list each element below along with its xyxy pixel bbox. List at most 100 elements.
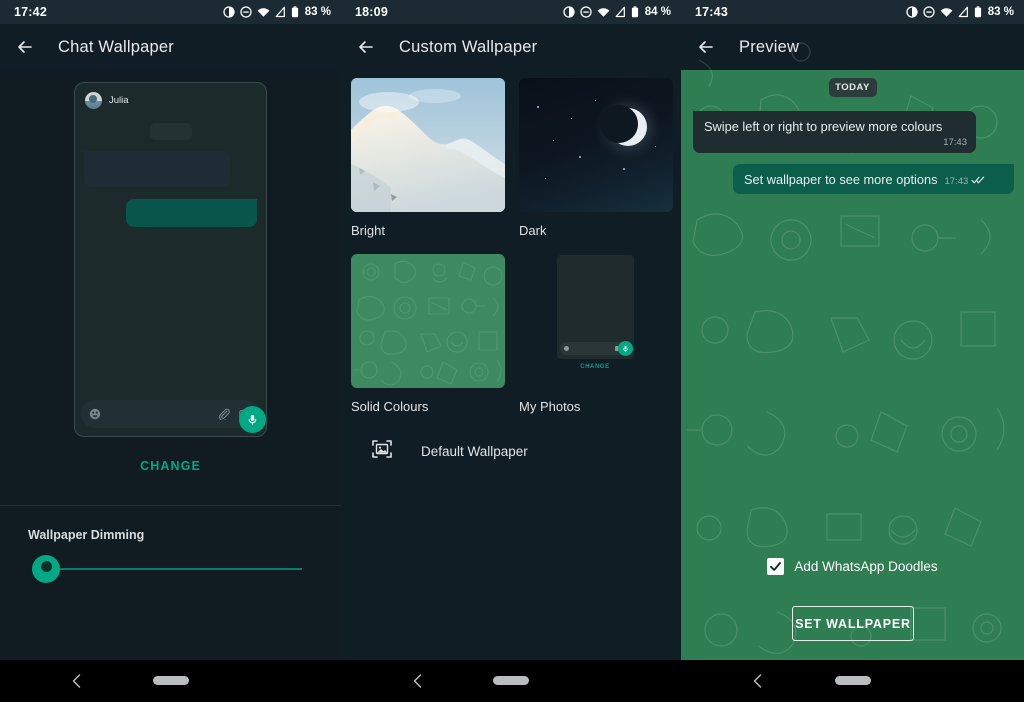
- attach-icon: [218, 408, 230, 420]
- mic-icon[interactable]: [239, 406, 266, 433]
- contrast-icon: [223, 6, 235, 18]
- star-icon: [545, 178, 547, 180]
- my-photos-change-label[interactable]: CHANGE: [580, 364, 610, 370]
- section-divider: [0, 505, 341, 506]
- slider-track[interactable]: [46, 568, 302, 570]
- wallpaper-option-bright[interactable]: Bright: [351, 78, 505, 238]
- do-not-disturb-icon: [580, 6, 592, 18]
- wallpaper-option-dark[interactable]: Dark: [519, 78, 673, 238]
- panel-preview: 17:43 83 % Preview TODAY Swipe left or r…: [681, 0, 1024, 702]
- system-navigation-bars: [0, 660, 1024, 702]
- star-icon: [537, 106, 539, 108]
- arrow-left-icon[interactable]: [355, 36, 377, 58]
- default-wallpaper-row[interactable]: Default Wallpaper: [371, 438, 528, 465]
- whatsapp-doodle-pattern-icon: [353, 260, 503, 386]
- my-photos-thumbnail[interactable]: [556, 255, 634, 359]
- change-wallpaper-button[interactable]: CHANGE: [0, 459, 341, 473]
- wallpaper-option-grid: Bright Dark Solid Colours CHANGE My Phot…: [351, 78, 673, 414]
- battery-icon: [631, 6, 639, 18]
- mic-icon: [617, 341, 633, 356]
- battery-icon: [291, 6, 299, 18]
- preview-message-list: [75, 109, 266, 227]
- add-doodles-checkbox-row[interactable]: Add WhatsApp Doodles: [681, 558, 1024, 575]
- navbar-left: [0, 660, 341, 702]
- chevron-left-icon[interactable]: [70, 673, 84, 694]
- solid-colours-thumbnail[interactable]: [351, 254, 505, 388]
- star-icon: [553, 140, 555, 142]
- wallpaper-option-my-photos[interactable]: CHANGE My Photos: [519, 254, 671, 414]
- panel-chat-wallpaper: 17:42 83 % Chat Wallpaper Julia CHANGE W…: [0, 0, 341, 702]
- wallpaper-preview-card[interactable]: Julia: [74, 82, 267, 437]
- app-bar: Chat Wallpaper: [0, 24, 341, 70]
- crescent-moon-icon: [600, 105, 647, 146]
- image-picture-icon: [371, 438, 393, 465]
- preview-input-bar: [81, 400, 266, 433]
- wifi-icon: [597, 6, 610, 18]
- status-icon-group: 84 %: [563, 6, 671, 18]
- add-doodles-label: Add WhatsApp Doodles: [794, 559, 938, 574]
- star-icon: [595, 100, 597, 102]
- double-check-icon: [971, 175, 985, 188]
- preview-date-chip: [149, 123, 192, 140]
- brightness-moon-icon: [39, 559, 54, 579]
- chat-bubble-time: 17:43: [944, 175, 969, 187]
- dark-thumbnail[interactable]: [519, 78, 673, 212]
- navbar-right: [681, 660, 1024, 702]
- home-pill-indicator[interactable]: [152, 676, 189, 685]
- three-panel-screenshot: 17:42 83 % Chat Wallpaper Julia CHANGE W…: [0, 0, 1024, 702]
- check-icon: [770, 562, 782, 571]
- wallpaper-option-row: Bright Dark: [351, 78, 673, 238]
- status-time: 18:09: [355, 5, 388, 19]
- bright-thumbnail[interactable]: [351, 78, 505, 212]
- arrow-left-icon[interactable]: [14, 36, 36, 58]
- chat-bubble-outgoing: Set wallpaper to see more options 17:43: [733, 164, 1014, 194]
- status-time: 17:42: [14, 5, 47, 19]
- panel-custom-wallpaper: 18:09 84 % Custom Wallpaper Bright Dark …: [341, 0, 681, 702]
- status-bar: 17:42 83 %: [0, 0, 341, 24]
- page-title: Custom Wallpaper: [399, 37, 538, 56]
- date-chip: TODAY: [828, 78, 877, 97]
- cellular-signal-icon: [615, 6, 626, 18]
- add-doodles-checkbox[interactable]: [767, 558, 785, 575]
- battery-percent: 84 %: [644, 6, 671, 18]
- home-pill-indicator[interactable]: [834, 676, 871, 685]
- default-wallpaper-label: Default Wallpaper: [421, 444, 528, 459]
- slider-thumb[interactable]: [32, 555, 60, 583]
- preview-bubble-outgoing: [126, 199, 257, 227]
- preview-bubble-incoming: [84, 151, 230, 187]
- wallpaper-dimming-slider[interactable]: [28, 555, 305, 583]
- chat-bubble-incoming: Swipe left or right to preview more colo…: [693, 111, 976, 154]
- wallpaper-option-row: Solid Colours CHANGE My Photos: [351, 254, 671, 414]
- chat-bubble-meta: 17:43: [944, 175, 985, 189]
- preview-chat-area: TODAY Swipe left or right to preview mor…: [681, 70, 1024, 194]
- set-wallpaper-button[interactable]: SET WALLPAPER: [792, 606, 914, 641]
- star-icon: [623, 168, 625, 170]
- cellular-signal-icon: [275, 6, 286, 18]
- wallpaper-option-solid-colours[interactable]: Solid Colours: [351, 254, 505, 414]
- star-icon: [655, 146, 657, 148]
- preview-chat-header: Julia: [75, 83, 266, 109]
- wallpaper-option-label: Bright: [351, 223, 385, 238]
- app-bar: Custom Wallpaper: [341, 24, 681, 70]
- avatar: [85, 92, 102, 109]
- home-pill-indicator[interactable]: [493, 676, 529, 685]
- contrast-icon: [563, 6, 575, 18]
- chat-bubble-text: Set wallpaper to see more options: [744, 172, 938, 188]
- wallpaper-option-label: Dark: [519, 223, 547, 238]
- star-icon: [571, 118, 573, 120]
- page-title: Chat Wallpaper: [58, 37, 174, 56]
- emoji-icon: [89, 408, 101, 420]
- wifi-icon: [257, 6, 270, 18]
- status-bar: 18:09 84 %: [341, 0, 681, 24]
- chevron-left-icon[interactable]: [751, 673, 765, 694]
- do-not-disturb-icon: [240, 6, 252, 18]
- chat-bubble-meta: 17:43: [704, 137, 967, 148]
- chevron-left-icon[interactable]: [411, 673, 425, 694]
- battery-percent: 83 %: [304, 6, 331, 18]
- emoji-icon: [563, 346, 569, 351]
- wallpaper-option-label: My Photos: [519, 399, 581, 414]
- mini-input-bar: [559, 341, 633, 356]
- mountain-photo-icon: [351, 78, 505, 212]
- status-icon-group: 83 %: [223, 6, 331, 18]
- chat-bubble-text: Swipe left or right to preview more colo…: [704, 119, 943, 134]
